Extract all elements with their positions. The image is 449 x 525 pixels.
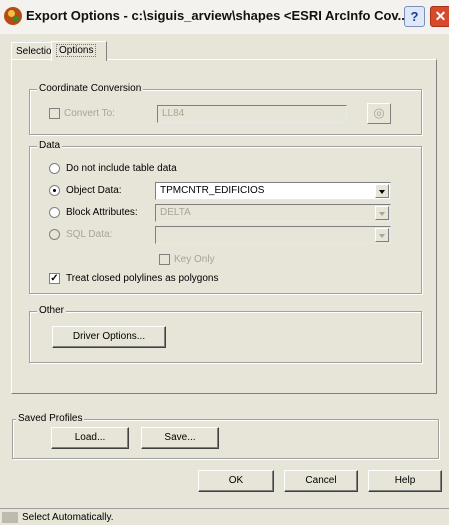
globe-icon[interactable]: ◎ bbox=[367, 103, 391, 124]
convert-to-field[interactable]: LL84 bbox=[157, 105, 347, 123]
treat-polylines-label: Treat closed polylines as polygons bbox=[66, 273, 219, 284]
coordinate-conversion-legend: Coordinate Conversion bbox=[37, 83, 144, 95]
driver-options-button[interactable]: Driver Options... bbox=[52, 326, 166, 348]
block-attributes-radio[interactable] bbox=[49, 207, 60, 218]
tab-options[interactable]: Options bbox=[51, 41, 107, 61]
sql-data-label: SQL Data: bbox=[66, 229, 113, 240]
no-table-data-radio[interactable] bbox=[49, 163, 60, 174]
object-data-select[interactable]: TPMCNTR_EDIFICIOS bbox=[155, 182, 391, 200]
convert-to-label: Convert To: bbox=[64, 108, 115, 119]
help-button[interactable]: Help bbox=[368, 470, 442, 492]
cancel-button[interactable]: Cancel bbox=[284, 470, 358, 492]
object-data-label: Object Data: bbox=[66, 185, 122, 196]
object-data-value: TPMCNTR_EDIFICIOS bbox=[160, 185, 265, 196]
title-bar[interactable]: Export Options - c:\siguis_arview\shapes… bbox=[0, 0, 449, 34]
key-only-label: Key Only bbox=[174, 254, 215, 265]
block-attributes-select[interactable]: DELTA bbox=[155, 204, 391, 222]
status-indicator bbox=[2, 512, 18, 523]
object-data-radio[interactable] bbox=[49, 185, 60, 196]
data-legend: Data bbox=[37, 140, 63, 152]
chevron-down-icon[interactable] bbox=[375, 228, 389, 242]
tab-options-label: Options bbox=[56, 44, 97, 57]
window-title: Export Options - c:\siguis_arview\shapes… bbox=[26, 8, 409, 23]
help-title-button[interactable]: ? bbox=[404, 6, 425, 27]
convert-to-checkbox[interactable] bbox=[49, 108, 60, 119]
other-legend: Other bbox=[37, 305, 67, 317]
sql-data-select[interactable] bbox=[155, 226, 391, 244]
save-profile-button[interactable]: Save... bbox=[141, 427, 219, 449]
close-button[interactable]: ✕ bbox=[430, 6, 449, 27]
ok-button[interactable]: OK bbox=[198, 470, 274, 492]
load-profile-button[interactable]: Load... bbox=[51, 427, 129, 449]
key-only-checkbox[interactable] bbox=[159, 254, 170, 265]
chevron-down-icon[interactable] bbox=[375, 206, 389, 220]
export-options-dialog: Export Options - c:\siguis_arview\shapes… bbox=[0, 0, 449, 525]
saved-profiles-legend: Saved Profiles bbox=[16, 413, 85, 425]
status-bar: Select Automatically. bbox=[0, 508, 449, 525]
chevron-down-icon[interactable] bbox=[375, 184, 389, 198]
treat-polylines-checkbox[interactable]: ✓ bbox=[49, 273, 60, 284]
sql-data-radio[interactable] bbox=[49, 229, 60, 240]
app-icon bbox=[4, 7, 22, 25]
block-attributes-value: DELTA bbox=[160, 207, 191, 218]
block-attributes-label: Block Attributes: bbox=[66, 207, 138, 218]
status-text: Select Automatically. bbox=[22, 512, 114, 523]
no-table-data-label: Do not include table data bbox=[66, 163, 177, 174]
